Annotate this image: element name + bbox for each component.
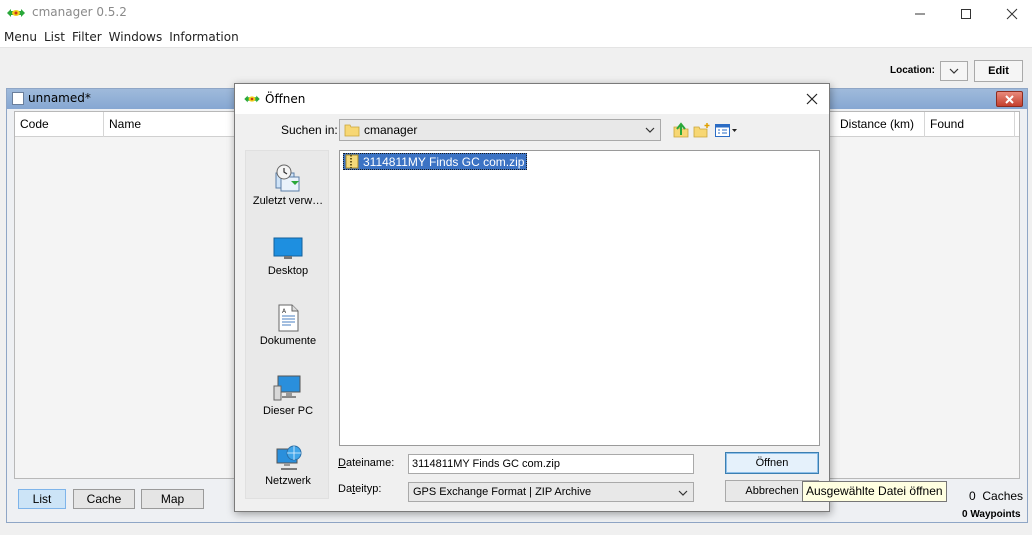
- place-documents[interactable]: A Dokumente: [246, 297, 330, 367]
- dialog-close-button[interactable]: [801, 89, 823, 109]
- chevron-down-icon: [678, 490, 688, 496]
- waypoints-count: 0 Waypoints: [962, 509, 1021, 520]
- location-select[interactable]: [940, 61, 968, 81]
- look-in-label: Suchen in:: [281, 123, 338, 137]
- chevron-down-icon: [949, 68, 959, 74]
- place-label-recent: Zuletzt verw…: [252, 195, 324, 207]
- close-window-button[interactable]: [989, 0, 1032, 27]
- maximize-icon: [961, 8, 971, 19]
- menu-item-filter[interactable]: Filter: [72, 30, 102, 44]
- view-menu-icon[interactable]: [714, 121, 738, 139]
- filetype-value: GPS Exchange Format | ZIP Archive: [413, 486, 592, 498]
- column-header-distance[interactable]: Distance (km): [835, 112, 925, 137]
- column-header-name[interactable]: Name: [104, 112, 239, 137]
- app-logo-icon: [244, 95, 260, 103]
- close-icon: [806, 93, 818, 105]
- menu-item-list[interactable]: List: [44, 30, 65, 44]
- place-network[interactable]: Netzwerk: [246, 437, 330, 507]
- column-header-found[interactable]: Found: [925, 112, 1015, 137]
- location-label: Location:: [890, 65, 935, 76]
- filetype-label-prefix: Da: [338, 483, 353, 495]
- dialog-title-bar: Öffnen: [235, 84, 829, 114]
- documents-icon: A: [278, 304, 299, 332]
- folder-icon: [344, 124, 360, 137]
- app-logo-icon: [7, 9, 25, 17]
- file-list[interactable]: 3114811MY Finds GC com.zip: [339, 150, 820, 446]
- place-this-pc[interactable]: Dieser PC: [246, 367, 330, 437]
- caches-count: 0 Caches: [969, 489, 1023, 503]
- title-bar: cmanager 0.5.2: [0, 0, 1032, 27]
- column-header-code[interactable]: Code: [15, 112, 104, 137]
- close-icon: [1005, 94, 1014, 104]
- maximize-button[interactable]: [943, 0, 989, 27]
- place-desktop[interactable]: Desktop: [246, 227, 330, 297]
- caches-count-label: Caches: [982, 489, 1024, 503]
- place-label-documents: Dokumente: [259, 335, 317, 347]
- filename-input[interactable]: 3114811MY Finds GC com.zip: [408, 454, 694, 474]
- file-list-item[interactable]: 3114811MY Finds GC com.zip: [343, 153, 528, 170]
- close-icon: [1006, 8, 1018, 19]
- place-label-desktop: Desktop: [267, 265, 309, 277]
- minimize-icon: [915, 13, 925, 14]
- filename-label-text: ateiname:: [345, 457, 395, 469]
- dialog-title: Öffnen: [265, 92, 306, 106]
- zip-file-icon: [345, 154, 359, 169]
- list-frame-title: unnamed*: [28, 91, 91, 105]
- window-title: cmanager 0.5.2: [32, 5, 127, 19]
- edit-button[interactable]: Edit: [974, 60, 1023, 82]
- look-in-value: cmanager: [364, 123, 418, 137]
- place-label-network: Netzwerk: [265, 475, 311, 487]
- places-bar: Zuletzt verw… Desktop A Dokumente Dieser…: [245, 150, 329, 499]
- menu-item-menu[interactable]: Menu: [4, 30, 37, 44]
- look-in-combo[interactable]: cmanager: [339, 119, 661, 141]
- recent-items-icon: [275, 164, 300, 192]
- map-view-button[interactable]: Map: [141, 489, 204, 509]
- filetype-combo[interactable]: GPS Exchange Format | ZIP Archive: [408, 482, 694, 502]
- caches-count-value: 0: [969, 489, 976, 503]
- new-folder-icon[interactable]: [693, 121, 711, 139]
- list-view-button[interactable]: List: [18, 489, 66, 509]
- open-button[interactable]: Öffnen: [725, 452, 819, 474]
- open-file-dialog: Öffnen Suchen in: cmanager Zuletzt verw……: [234, 83, 830, 512]
- place-label-this-pc: Dieser PC: [262, 405, 314, 417]
- minimize-button[interactable]: [897, 0, 943, 27]
- filetype-label: Dateityp:: [338, 483, 381, 495]
- chevron-down-icon: [645, 127, 655, 133]
- menu-bar: Menu List Filter Windows Information: [0, 27, 1032, 48]
- cache-view-button[interactable]: Cache: [73, 489, 135, 509]
- menu-item-windows[interactable]: Windows: [109, 30, 163, 44]
- menu-item-information[interactable]: Information: [169, 30, 238, 44]
- computer-icon: [273, 375, 301, 401]
- filetype-label-text: eityp:: [355, 483, 382, 495]
- open-button-tooltip: Ausgewählte Datei öffnen: [802, 481, 947, 502]
- place-recent[interactable]: Zuletzt verw…: [246, 157, 330, 227]
- filename-label-mnemonic: D: [338, 457, 346, 469]
- file-name: 3114811MY Finds GC com.zip: [363, 154, 525, 169]
- filename-label: Dateiname:: [338, 457, 394, 469]
- network-icon: [276, 445, 302, 470]
- desktop-icon: [273, 237, 303, 259]
- up-one-level-icon[interactable]: [672, 121, 690, 139]
- frame-close-button[interactable]: [996, 91, 1023, 107]
- frame-document-icon: [12, 92, 24, 105]
